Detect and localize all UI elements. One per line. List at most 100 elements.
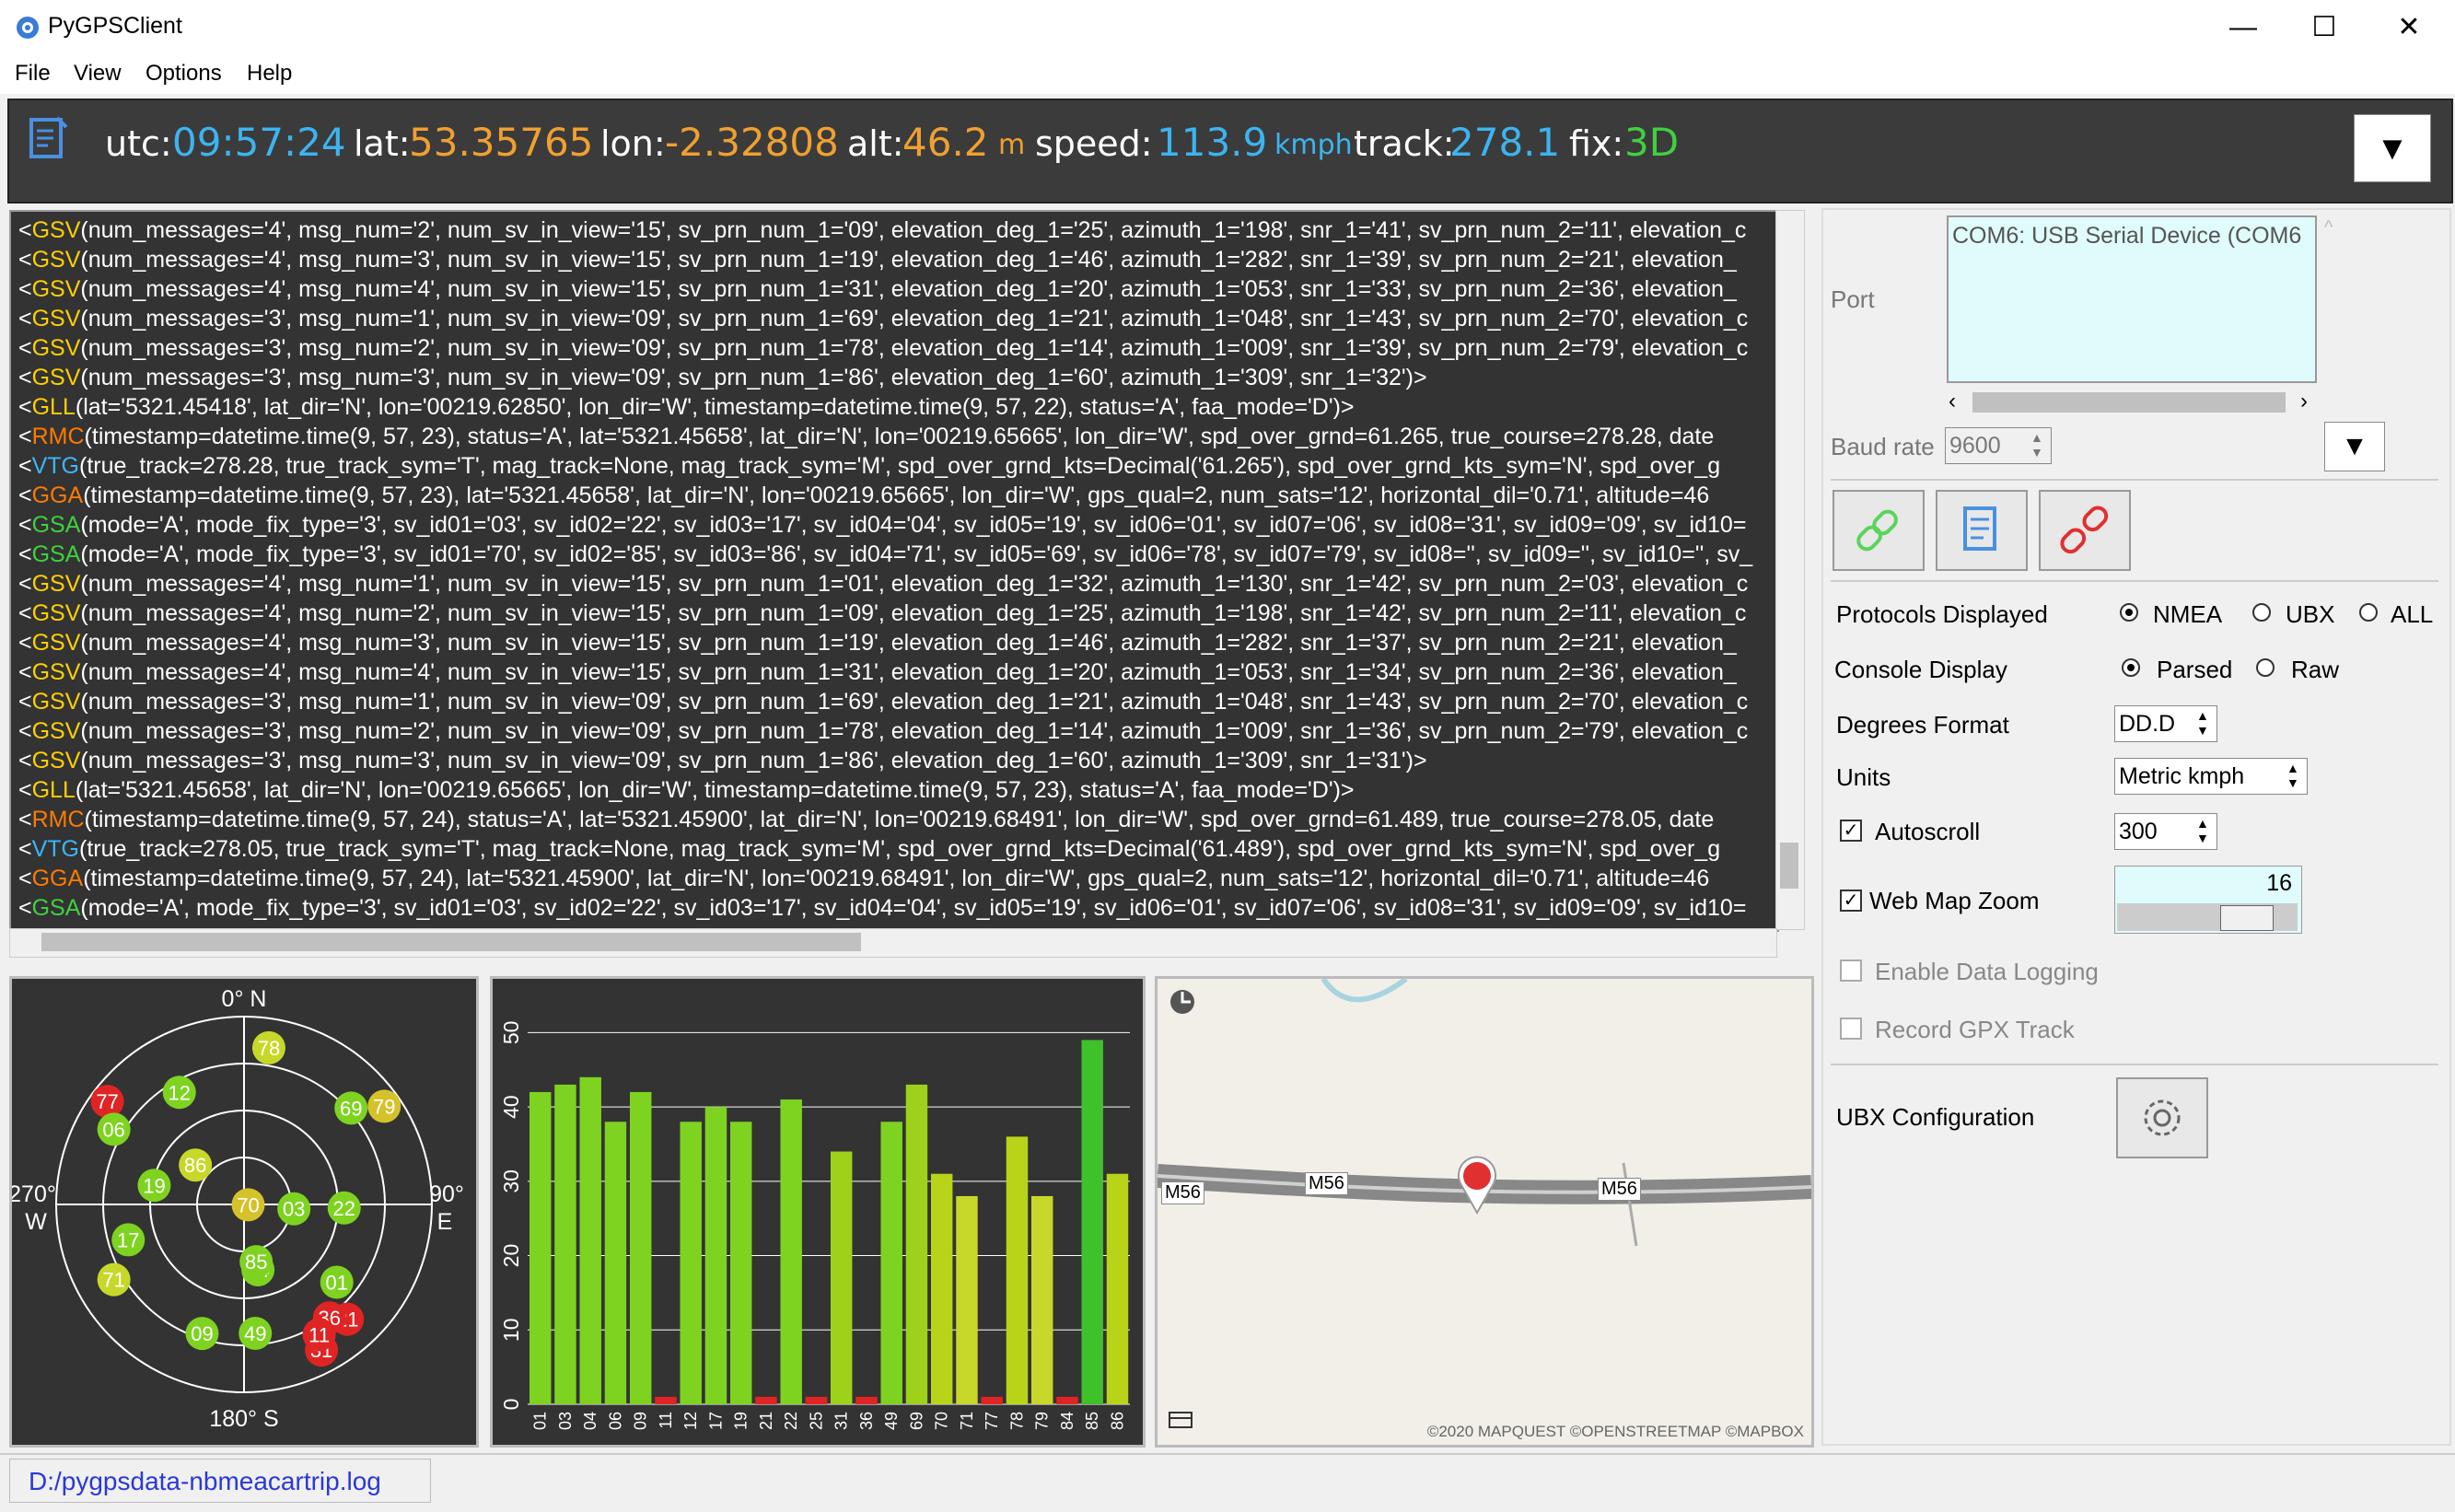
menu-bar xyxy=(0,55,2455,94)
vscroll-thumb[interactable] xyxy=(1780,843,1798,889)
console-line: <VTG(true_track=278.05, true_track_sym='… xyxy=(18,836,1721,862)
scroll-left-icon[interactable]: ‹ xyxy=(1949,389,1956,414)
console-panel[interactable]: <GSV(num_messages='4', msg_num='2', num_… xyxy=(9,210,1779,932)
connect-file-button[interactable] xyxy=(1936,490,2028,571)
signal-bar xyxy=(831,1151,853,1404)
autoscroll-checkbox[interactable]: ✓ xyxy=(1840,820,1862,842)
spin-arrows-icon[interactable]: ▲ ▼ xyxy=(2196,816,2209,845)
message-type: GSV xyxy=(31,689,81,715)
connect-button[interactable] xyxy=(1833,490,1925,571)
fix-value: 3D xyxy=(1624,120,1680,165)
message-type: GSV xyxy=(31,247,81,273)
protocol-nmea-radio[interactable] xyxy=(2120,603,2138,622)
message-type: RMC xyxy=(31,424,85,449)
gpx-checkbox[interactable] xyxy=(1840,1018,1862,1040)
port-vscrollbar[interactable]: ^ xyxy=(2321,215,2348,381)
protocol-ubx-label[interactable]: UBX xyxy=(2286,600,2334,629)
east-label: E xyxy=(437,1209,453,1235)
hscroll-thumb[interactable] xyxy=(41,933,861,951)
x-tick-label: 78 xyxy=(1007,1412,1026,1430)
signal-bar xyxy=(1081,1040,1103,1404)
autoscroll-label[interactable]: Autoscroll xyxy=(1875,818,1980,846)
window-title: PyGPSClient xyxy=(48,13,182,39)
message-type: GLL xyxy=(31,777,76,803)
x-tick-label: 85 xyxy=(1083,1412,1101,1430)
units-spinbox[interactable]: Metric kmph ▲ ▼ xyxy=(2114,758,2308,795)
x-tick-label: 01 xyxy=(531,1412,550,1430)
utc-label: utc: xyxy=(105,123,172,164)
console-line: <GSV(num_messages='4', msg_num='4', num_… xyxy=(18,659,1737,685)
lon-label: lon: xyxy=(600,123,666,164)
zoom-slider-thumb[interactable] xyxy=(2220,905,2274,931)
lat-label: lat: xyxy=(354,123,411,164)
signal-bar xyxy=(1056,1396,1078,1404)
datalog-label[interactable]: Enable Data Logging xyxy=(1875,958,2099,986)
message-type: GSV xyxy=(31,276,81,302)
display-raw-label[interactable]: Raw xyxy=(2291,656,2339,684)
menu-options[interactable]: Options xyxy=(145,61,222,87)
signal-bar xyxy=(730,1122,752,1404)
menu-file[interactable]: File xyxy=(15,61,51,87)
webmap-checkbox[interactable]: ✓ xyxy=(1840,890,1862,912)
message-type: GGA xyxy=(31,483,84,508)
port-hscroll-thumb[interactable] xyxy=(1972,392,2286,413)
autoscroll-spinbox[interactable]: 300 ▲ ▼ xyxy=(2114,813,2217,850)
console-line: <GGA(timestamp=datetime.time(9, 57, 24),… xyxy=(18,866,1710,891)
console-line: <GGA(timestamp=datetime.time(9, 57, 23),… xyxy=(18,483,1710,508)
menu-view[interactable]: View xyxy=(74,61,122,87)
message-type: GSV xyxy=(31,365,81,390)
message-type: GSV xyxy=(31,571,81,597)
disconnect-button[interactable] xyxy=(2039,490,2131,571)
north-label: 0° N xyxy=(222,986,267,1012)
protocol-all-label[interactable]: ALL xyxy=(2391,600,2433,629)
protocol-ubx-radio[interactable] xyxy=(2252,603,2271,622)
close-button[interactable]: ✕ xyxy=(2367,0,2451,55)
protocol-all-radio[interactable] xyxy=(2359,603,2378,622)
port-hscrollbar[interactable]: ‹ › xyxy=(1947,389,2315,416)
zoom-scale[interactable]: 16 xyxy=(2114,866,2302,934)
spin-arrows-icon[interactable]: ▲ ▼ xyxy=(2286,761,2299,790)
minimize-button[interactable]: — xyxy=(2201,0,2286,55)
zoom-trough[interactable] xyxy=(2117,903,2298,931)
message-type: GSA xyxy=(31,895,81,921)
port-listbox[interactable]: COM6: USB Serial Device (COM6 xyxy=(1947,215,2317,383)
y-tick-label: 20 xyxy=(499,1244,523,1268)
scroll-right-icon[interactable]: › xyxy=(2300,389,2308,414)
console-line: <RMC(timestamp=datetime.time(9, 57, 23),… xyxy=(18,424,1715,449)
gpx-label[interactable]: Record GPX Track xyxy=(1875,1016,2075,1044)
track-value: 278.1 xyxy=(1449,120,1561,165)
signal-bar xyxy=(805,1396,828,1404)
console-hscrollbar[interactable] xyxy=(9,928,1777,958)
protocol-nmea-label[interactable]: NMEA xyxy=(2153,600,2222,629)
display-raw-radio[interactable] xyxy=(2256,658,2275,677)
menu-help[interactable]: Help xyxy=(247,61,292,87)
ubx-config-button[interactable] xyxy=(2116,1077,2208,1158)
console-line: <VTG(true_track=278.28, true_track_sym='… xyxy=(18,453,1721,479)
datalog-checkbox[interactable] xyxy=(1840,960,1862,982)
degrees-format-label: Degrees Format xyxy=(1836,711,2009,739)
message-type: GSV xyxy=(31,630,81,656)
display-parsed-radio[interactable] xyxy=(2122,658,2140,677)
console-vscrollbar[interactable] xyxy=(1775,210,1805,930)
map-refresh-icon[interactable] xyxy=(1167,986,1198,1018)
toggle-settings-button[interactable]: ▼ xyxy=(2354,114,2431,182)
spin-arrows-icon[interactable]: ▲ ▼ xyxy=(2196,708,2209,738)
scroll-up-icon[interactable]: ^ xyxy=(2324,217,2333,238)
message-type: GSA xyxy=(31,541,81,567)
baud-spinbox[interactable]: 9600 ▲ ▼ xyxy=(1945,427,2052,464)
degrees-format-spinbox[interactable]: DD.D ▲ ▼ xyxy=(2114,705,2217,742)
webmap-zoom-label[interactable]: Web Map Zoom xyxy=(1869,887,2039,915)
display-parsed-label[interactable]: Parsed xyxy=(2157,656,2232,684)
x-tick-label: 86 xyxy=(1108,1412,1126,1430)
signal-bar xyxy=(1031,1195,1053,1404)
x-tick-label: 19 xyxy=(732,1412,750,1430)
spin-arrows-icon[interactable]: ▲ ▼ xyxy=(2030,430,2043,459)
west-degrees: 270° xyxy=(12,1181,56,1207)
map-panel[interactable]: M56 M56 M56 ©2020 MAPQUEST ©OPENSTREETMA… xyxy=(1155,976,1814,1448)
map-layers-icon[interactable] xyxy=(1167,1408,1196,1432)
port-refresh-button[interactable]: ▼ xyxy=(2324,422,2385,471)
port-option[interactable]: COM6: USB Serial Device (COM6 xyxy=(1952,223,2301,250)
console-line: <GSV(num_messages='4', msg_num='4', num_… xyxy=(18,276,1737,302)
x-tick-label: 09 xyxy=(632,1412,650,1430)
maximize-button[interactable]: ☐ xyxy=(2282,0,2367,55)
